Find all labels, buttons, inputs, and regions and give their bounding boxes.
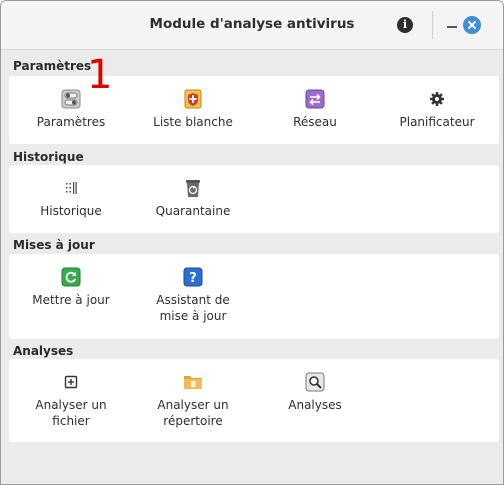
svg-text:?: ?	[189, 271, 197, 286]
title-bar: Module d'analyse antivirus i	[1, 1, 503, 50]
update-button[interactable]: Mettre à jour	[11, 267, 131, 327]
folder-icon	[184, 376, 202, 389]
history-button[interactable]: Historique	[11, 178, 131, 228]
update-label: Mettre à jour	[32, 293, 110, 307]
analyses-button[interactable]: Analyses	[255, 372, 375, 422]
close-button[interactable]	[463, 16, 481, 34]
settings-button[interactable]: Paramètres	[11, 89, 131, 139]
network-label: Réseau	[293, 115, 337, 129]
network-button[interactable]: Réseau	[255, 89, 375, 139]
whitelist-label: Liste blanche	[153, 115, 233, 129]
annotation-number: 1	[87, 52, 113, 98]
minimize-button[interactable]	[447, 26, 457, 28]
quarantine-label: Quarantaine	[155, 204, 231, 218]
scheduler-button[interactable]: Planificateur	[377, 89, 497, 139]
scan-file-button[interactable]: Analyser un fichier	[11, 372, 131, 432]
info-icon: i	[402, 18, 408, 31]
history-label: Historique	[40, 204, 102, 218]
add-file-icon	[64, 375, 78, 389]
whitelist-shield-icon	[184, 89, 202, 109]
gear-icon	[430, 92, 444, 106]
analyses-label: Analyses	[288, 398, 342, 412]
quarantine-button[interactable]: Quarantaine	[133, 178, 253, 228]
magnifier-icon	[305, 372, 325, 392]
section-heading-parametres: Paramètres	[13, 59, 92, 73]
update-assistant-button[interactable]: ? Assistant de mise à jour	[133, 267, 253, 327]
info-button[interactable]: i	[397, 17, 413, 33]
section-heading-historique: Historique	[13, 150, 84, 164]
update-assistant-label: Assistant de mise à jour	[156, 293, 230, 323]
scan-file-label: Analyser un fichier	[35, 398, 107, 428]
section-heading-analyses: Analyses	[13, 344, 74, 358]
section-heading-mises-a-jour: Mises à jour	[13, 238, 95, 252]
window-title: Module d'analyse antivirus	[149, 16, 355, 32]
panel-analyses: Analyser un fichier Analyser un répertoi…	[9, 359, 499, 442]
settings-label: Paramètres	[36, 115, 106, 129]
panel-historique: Historique Quarantaine	[9, 165, 499, 233]
trash-recycle-icon	[186, 180, 200, 197]
panel-parametres: Paramètres Liste blanche Réseau Planific…	[9, 76, 499, 144]
scan-directory-button[interactable]: Analyser un répertoire	[133, 372, 253, 432]
whitelist-button[interactable]: Liste blanche	[133, 89, 253, 139]
panel-mises-a-jour: Mettre à jour ? Assistant de mise à jour	[9, 254, 499, 339]
help-question-icon: ?	[183, 267, 203, 287]
network-arrows-icon	[305, 89, 325, 109]
toggle-settings-icon	[61, 89, 81, 109]
history-list-icon	[66, 182, 77, 194]
scan-directory-label: Analyser un répertoire	[157, 398, 229, 428]
titlebar-separator	[432, 11, 433, 39]
scheduler-label: Planificateur	[399, 115, 475, 129]
app-window: Module d'analyse antivirus i Paramètres …	[0, 0, 504, 485]
refresh-icon	[61, 267, 81, 287]
